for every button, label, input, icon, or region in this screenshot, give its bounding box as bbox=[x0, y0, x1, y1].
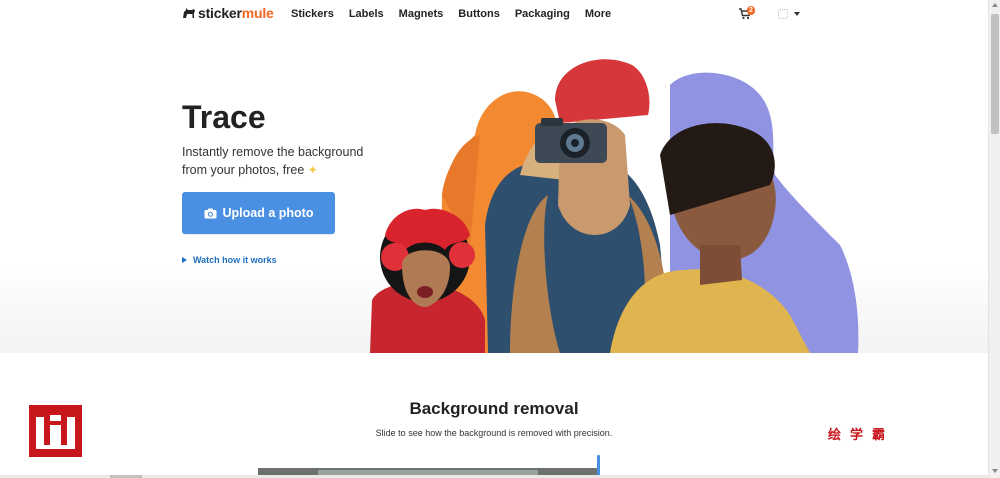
nav-buttons[interactable]: Buttons bbox=[458, 8, 500, 20]
hero-subtitle: Instantly remove the background from you… bbox=[182, 143, 382, 179]
upload-photo-button[interactable]: Upload a photo bbox=[182, 192, 335, 234]
cart-count-badge: 2 bbox=[747, 6, 755, 15]
w-logo bbox=[29, 405, 82, 457]
account-menu[interactable] bbox=[778, 9, 800, 19]
scrollbar-thumb[interactable] bbox=[991, 14, 999, 134]
hero-collage-image bbox=[370, 59, 859, 353]
play-icon bbox=[182, 257, 187, 263]
mule-icon bbox=[183, 8, 195, 18]
logo-text-mule: mule bbox=[241, 5, 274, 21]
upload-photo-label: Upload a photo bbox=[222, 206, 314, 220]
watch-how-label: Watch how it works bbox=[193, 255, 277, 265]
logo-text: stickermule bbox=[198, 6, 274, 20]
stickermule-logo[interactable]: stickermule bbox=[182, 6, 274, 20]
logo-text-sticker: sticker bbox=[198, 5, 242, 21]
cart-button[interactable]: 2 bbox=[739, 6, 761, 20]
w-logo-mark bbox=[36, 415, 75, 449]
nav-magnets[interactable]: Magnets bbox=[399, 8, 444, 20]
vertical-scrollbar[interactable] bbox=[988, 0, 1000, 478]
nav-stickers[interactable]: Stickers bbox=[291, 8, 334, 20]
hero-subtitle-text: Instantly remove the background from you… bbox=[182, 145, 364, 177]
nav-labels[interactable]: Labels bbox=[349, 8, 384, 20]
chevron-down-icon bbox=[794, 12, 800, 16]
camera-icon bbox=[204, 208, 217, 218]
hero-section: Trace Instantly remove the background fr… bbox=[0, 27, 988, 353]
scroll-up-icon[interactable] bbox=[992, 3, 998, 7]
user-icon bbox=[778, 9, 788, 19]
nav-links: Stickers Labels Magnets Buttons Packagin… bbox=[291, 8, 626, 20]
page-title: Trace bbox=[182, 99, 266, 135]
nav-more[interactable]: More bbox=[585, 8, 611, 20]
sparkle-icon: ✦ bbox=[307, 163, 318, 177]
top-nav: stickermule Stickers Labels Magnets Butt… bbox=[0, 0, 988, 27]
scroll-down-icon[interactable] bbox=[992, 469, 998, 473]
watch-how-link[interactable]: Watch how it works bbox=[182, 255, 277, 265]
section-title: Background removal bbox=[409, 399, 579, 418]
nav-packaging[interactable]: Packaging bbox=[515, 8, 570, 20]
watermark-text: 绘学霸 bbox=[828, 428, 895, 443]
